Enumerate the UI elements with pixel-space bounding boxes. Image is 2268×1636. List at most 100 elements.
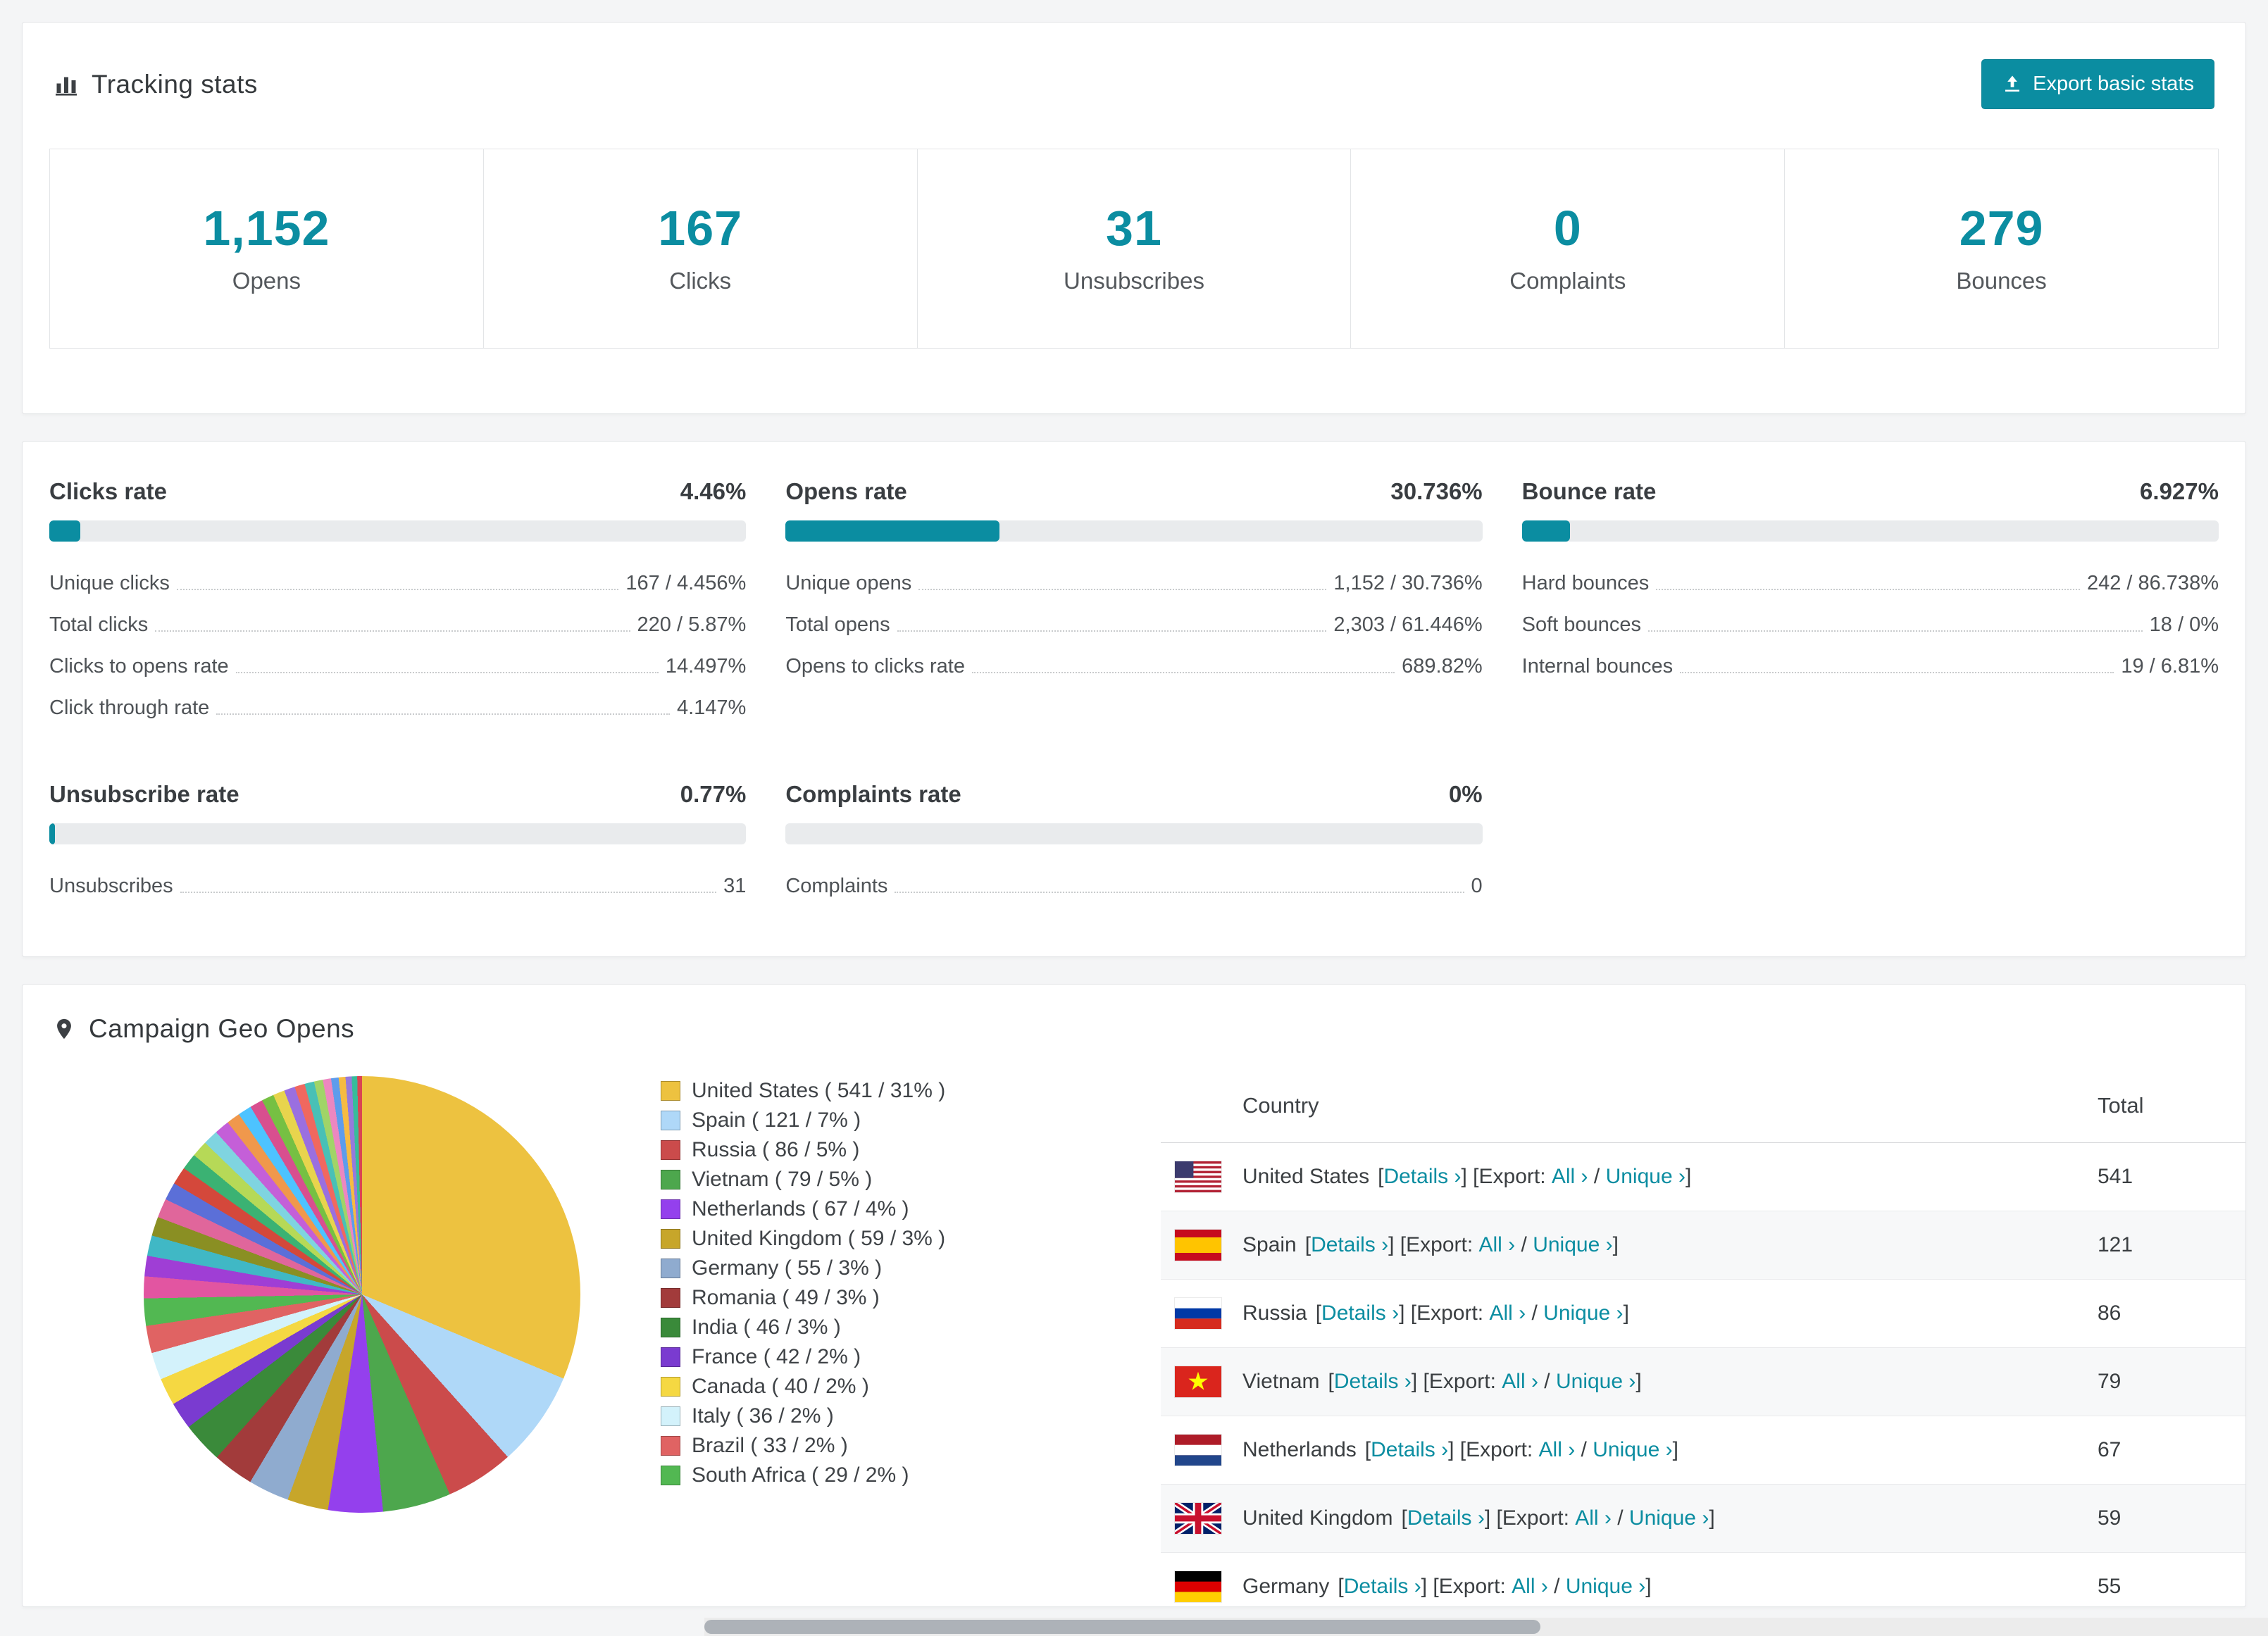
rate-stat-row: Total clicks 220 / 5.87%	[49, 604, 746, 646]
total-cell: 67	[2098, 1438, 2121, 1461]
bracket-mid: ] [	[1399, 1301, 1417, 1325]
rate-progressbar	[785, 823, 1483, 844]
map-pin-icon	[52, 1017, 76, 1041]
stat-cell-opens: 1,152 Opens	[50, 149, 483, 348]
table-row: Vietnam [Details ›] [Export: All › / Uni…	[1161, 1348, 2245, 1416]
country-cell: Germany [Details ›] [Export: All › / Uni…	[1161, 1571, 2098, 1602]
legend-label: Netherlands ( 67 / 4% )	[692, 1197, 909, 1220]
export-label: Export:	[1438, 1575, 1512, 1598]
rate-title: Unsubscribe rate	[49, 781, 239, 807]
rate-stat-value: 242 / 86.738%	[2086, 572, 2219, 594]
export-all-link[interactable]: All ›	[1512, 1575, 1548, 1599]
bracket-close: ]	[1685, 1165, 1692, 1188]
legend-swatch	[661, 1199, 680, 1219]
stat-value: 31	[1106, 201, 1162, 256]
country-name: Spain	[1242, 1233, 1297, 1256]
country-name: Vietnam	[1242, 1370, 1320, 1393]
export-unique-link[interactable]: Unique ›	[1533, 1233, 1612, 1257]
details-link[interactable]: Details ›	[1334, 1370, 1412, 1394]
total-column-header: Total	[2098, 1093, 2144, 1118]
country-cell: Netherlands [Details ›] [Export: All › /…	[1161, 1435, 2098, 1466]
rate-stat-value: 220 / 5.87%	[637, 613, 747, 636]
slash-separator: /	[1588, 1165, 1606, 1188]
export-all-link[interactable]: All ›	[1489, 1301, 1526, 1325]
export-all-link[interactable]: All ›	[1552, 1165, 1588, 1189]
details-link[interactable]: Details ›	[1311, 1233, 1388, 1257]
bracket-close: ]	[1635, 1370, 1642, 1393]
stat-value: 0	[1553, 201, 1582, 256]
details-link[interactable]: Details ›	[1407, 1506, 1485, 1530]
table-row: United Kingdom [Details ›] [Export: All …	[1161, 1485, 2245, 1553]
dotted-leader	[180, 892, 717, 893]
rate-stat-row: Unsubscribes 31	[49, 866, 746, 907]
rate-block-bounce-rate: Bounce rate 6.927% Hard bounces 242 / 86.73…	[1521, 478, 2219, 729]
slash-separator: /	[1611, 1506, 1629, 1530]
rate-title: Opens rate	[785, 478, 907, 504]
rate-stat-label: Hard bounces	[1521, 572, 1650, 594]
dotted-leader	[897, 630, 1327, 632]
export-unique-link[interactable]: Unique ›	[1606, 1165, 1686, 1189]
export-unique-link[interactable]: Unique ›	[1629, 1506, 1709, 1530]
legend-swatch	[661, 1111, 680, 1130]
details-link[interactable]: Details ›	[1383, 1165, 1461, 1189]
export-unique-link[interactable]: Unique ›	[1593, 1438, 1672, 1462]
table-row: Spain [Details ›] [Export: All › / Uniqu…	[1161, 1211, 2245, 1280]
total-cell: 541	[2098, 1165, 2133, 1188]
legend-swatch	[661, 1406, 680, 1426]
table-row: Russia [Details ›] [Export: All › / Uniq…	[1161, 1280, 2245, 1348]
country-name: Netherlands	[1242, 1438, 1357, 1461]
rate-stat-label: Total opens	[785, 613, 890, 636]
geo-title: Campaign Geo Opens	[89, 1014, 355, 1043]
export-all-link[interactable]: All ›	[1479, 1233, 1516, 1257]
export-label: Export:	[1406, 1233, 1479, 1256]
bracket-mid: ] [	[1461, 1165, 1479, 1188]
details-link[interactable]: Details ›	[1371, 1438, 1448, 1462]
stat-label: Bounces	[1956, 268, 2047, 294]
stats-summary-box: 1,152 Opens 167 Clicks 31 Unsubscribes 0 Compla…	[49, 149, 2219, 349]
rate-title: Bounce rate	[1521, 478, 1657, 504]
slash-separator: /	[1515, 1233, 1533, 1256]
tracking-stats-title-wrap: Tracking stats	[54, 70, 258, 99]
horizontal-scrollbar-thumb[interactable]	[704, 1620, 1540, 1634]
country-name: United States	[1242, 1165, 1370, 1188]
geo-card: Campaign Geo Opens United States ( 541 /…	[22, 984, 2246, 1607]
legend-label: Germany ( 55 / 3% )	[692, 1256, 883, 1280]
export-unique-link[interactable]: Unique ›	[1556, 1370, 1635, 1394]
export-all-link[interactable]: All ›	[1539, 1438, 1576, 1462]
dotted-leader	[1656, 589, 2080, 590]
flag-vn-icon	[1175, 1366, 1221, 1397]
details-link[interactable]: Details ›	[1344, 1575, 1421, 1599]
export-unique-link[interactable]: Unique ›	[1543, 1301, 1623, 1325]
rate-stat-row: Hard bounces 242 / 86.738%	[1522, 563, 2219, 604]
export-all-link[interactable]: All ›	[1575, 1506, 1612, 1530]
export-basic-stats-button[interactable]: Export basic stats	[1981, 59, 2214, 109]
bracket-open: [	[1304, 1233, 1311, 1256]
rate-stat-row: Opens to clicks rate 689.82%	[785, 646, 1482, 687]
geo-pie-chart[interactable]	[144, 1076, 580, 1513]
rate-stat-value: 689.82%	[1402, 655, 1483, 677]
country-cell: Vietnam [Details ›] [Export: All › / Uni…	[1161, 1366, 2098, 1397]
country-name: Germany	[1242, 1575, 1330, 1598]
export-unique-link[interactable]: Unique ›	[1566, 1575, 1645, 1599]
legend-item: India ( 46 / 3% )	[661, 1317, 942, 1338]
stat-value: 279	[1959, 201, 2044, 256]
country-column-header: Country	[1242, 1093, 1319, 1118]
stat-cell-complaints: 0 Complaints	[1350, 149, 1784, 348]
rate-rows: Unique clicks 167 / 4.456% Total clicks 220…	[49, 563, 746, 729]
export-all-link[interactable]: All ›	[1502, 1370, 1538, 1394]
geo-table-header: Country Total	[1161, 1076, 2245, 1143]
bracket-open: [	[1401, 1506, 1407, 1530]
total-cell: 55	[2098, 1575, 2121, 1598]
country-name: United Kingdom	[1242, 1506, 1393, 1530]
rate-rows: Unique opens 1,152 / 30.736% Total opens 2,…	[785, 563, 1482, 687]
rate-progress-fill	[1521, 520, 1571, 542]
country-cell: Spain [Details ›] [Export: All › / Uniqu…	[1161, 1230, 2098, 1261]
dotted-leader	[895, 892, 1464, 893]
legend-item: Russia ( 86 / 5% )	[661, 1139, 942, 1161]
legend-item: Italy ( 36 / 2% )	[661, 1406, 942, 1427]
table-row: United States [Details ›] [Export: All ›…	[1161, 1143, 2245, 1211]
details-link[interactable]: Details ›	[1321, 1301, 1399, 1325]
rate-stat-row: Clicks to opens rate 14.497%	[49, 646, 746, 687]
slash-separator: /	[1575, 1438, 1593, 1461]
rate-progressbar	[785, 520, 1483, 542]
